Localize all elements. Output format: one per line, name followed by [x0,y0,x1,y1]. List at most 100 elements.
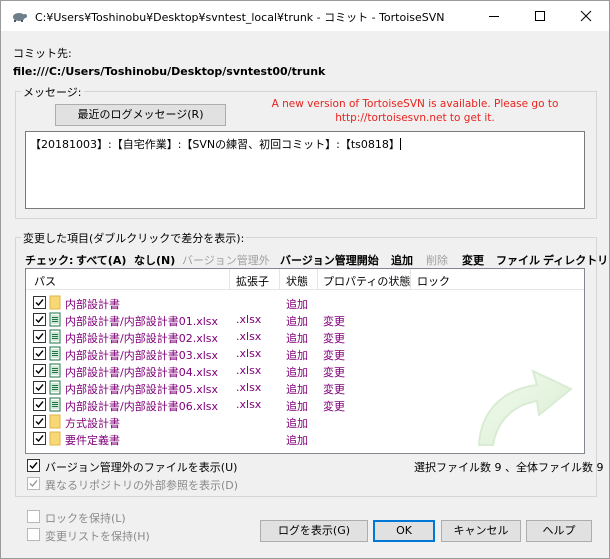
update-notice[interactable]: A new version of TortoiseSVN is availabl… [265,97,565,125]
item-status: 追加 [286,366,308,379]
list-item[interactable]: 内部設計書 追加 [26,294,584,311]
keep-changelists-label[interactable]: 変更リストを保持(H) [45,528,150,544]
item-extension: .xlsx [236,330,262,343]
item-status: 追加 [286,315,308,328]
update-notice-line2: http://tortoisesvn.net to get it. [335,112,495,124]
item-extension: .xlsx [236,364,262,377]
checkmark-icon [35,316,44,324]
item-extension: .xlsx [236,313,262,326]
item-checkbox[interactable] [33,415,46,428]
checkmark-icon [35,384,44,392]
item-checkbox[interactable] [33,432,46,445]
filter-files[interactable]: ファイル [496,252,540,268]
column-separator[interactable] [410,269,411,290]
file-count-text: 選択ファイル数 9 、全体ファイル数 9 [414,461,604,474]
column-separator[interactable] [229,269,230,290]
excel-file-icon [49,363,61,378]
item-path: 内部設計書/内部設計書06.xlsx [65,400,219,413]
excel-file-icon [49,312,61,327]
item-property-status: 変更 [323,315,345,328]
column-separator[interactable] [317,269,318,290]
excel-file-icon [49,380,61,395]
update-notice-line1: A new version of TortoiseSVN is availabl… [271,98,559,110]
item-checkbox[interactable] [33,381,46,394]
checkmark-icon [35,299,44,307]
filter-unversioned[interactable]: バージョン管理外 [182,252,270,268]
item-property-status: 変更 [323,349,345,362]
help-button[interactable]: ヘルプ [526,520,592,542]
message-input[interactable]: 【20181003】:【自宅作業】:【SVNの練習、初回コミット】:【ts081… [25,131,585,209]
commit-arrow-icon [477,369,573,446]
checkmark-icon [35,367,44,375]
show-externals-label[interactable]: 異なるリポジトリの外部参照を表示(D) [45,477,238,493]
commit-dialog: C:¥Users¥Toshinobu¥Desktop¥svntest_local… [0,0,610,559]
column-path[interactable]: パス [34,273,56,289]
column-separator[interactable] [279,269,280,290]
item-extension: .xlsx [236,347,262,360]
keep-locks-checkbox[interactable] [27,510,40,523]
tortoise-icon [11,9,27,23]
show-unversioned-checkbox[interactable] [27,459,40,472]
show-unversioned-label[interactable]: バージョン管理外のファイルを表示(U) [45,459,237,475]
item-checkbox[interactable] [33,313,46,326]
minimize-icon [489,16,499,17]
item-path: 方式設計書 [65,417,120,430]
item-path: 内部設計書/内部設計書01.xlsx [65,315,219,328]
item-extension: .xlsx [236,398,262,411]
item-status: 追加 [286,434,308,447]
checkmark-icon [29,480,38,488]
list-item[interactable]: 内部設計書/内部設計書02.xlsx .xlsx 追加 変更 [26,328,584,345]
excel-file-icon [49,329,61,344]
column-status[interactable]: 状態 [286,273,308,289]
recent-messages-button[interactable]: 最近のログメッセージ(R) [55,104,226,126]
checkmark-icon [29,462,38,470]
title-bar[interactable]: C:¥Users¥Toshinobu¥Desktop¥svntest_local… [1,1,609,31]
cancel-button[interactable]: キャンセル [441,520,521,542]
filter-all[interactable]: すべて(A) [76,252,126,268]
column-lock[interactable]: ロック [417,273,450,289]
show-externals-checkbox[interactable] [27,477,40,490]
show-log-button[interactable]: ログを表示(G) [260,520,368,542]
list-item[interactable]: 内部設計書/内部設計書01.xlsx .xlsx 追加 変更 [26,311,584,328]
item-path: 内部設計書/内部設計書02.xlsx [65,332,219,345]
maximize-icon [535,11,545,21]
item-checkbox[interactable] [33,330,46,343]
item-property-status: 変更 [323,332,345,345]
item-checkbox[interactable] [33,364,46,377]
item-extension: .xlsx [236,381,262,394]
column-property-status[interactable]: プロパティの状態 [323,273,410,289]
maximize-button[interactable] [517,1,563,31]
item-checkbox[interactable] [33,347,46,360]
filter-none[interactable]: なし(N) [134,252,175,268]
close-button[interactable] [563,1,609,31]
checkmark-icon [35,333,44,341]
column-extension[interactable]: 拡張子 [236,273,269,289]
keep-changelists-checkbox[interactable] [27,528,40,541]
item-status: 追加 [286,298,308,311]
filter-deleted[interactable]: 削除 [426,252,448,268]
item-property-status: 変更 [323,366,345,379]
item-status: 追加 [286,400,308,413]
filter-added[interactable]: 追加 [391,252,413,268]
item-status: 追加 [286,332,308,345]
item-path: 内部設計書 [65,298,120,311]
checkmark-icon [35,435,44,443]
filter-versioned[interactable]: バージョン管理開始 [280,252,379,268]
close-icon [580,10,592,22]
check-label: チェック: [25,254,74,267]
item-checkbox[interactable] [33,398,46,411]
keep-locks-label[interactable]: ロックを保持(L) [45,510,126,526]
text-cursor [399,138,401,150]
filter-modified[interactable]: 変更 [462,252,484,268]
item-checkbox[interactable] [33,296,46,309]
filter-directories[interactable]: ディレクトリ [543,252,608,268]
changes-group-label: 変更した項目(ダブルクリックで差分を表示): [21,230,247,246]
excel-file-icon [49,346,61,361]
checkmark-icon [35,350,44,358]
ok-button[interactable]: OK [373,520,435,542]
minimize-button[interactable] [471,1,517,31]
list-header: パス 拡張子 状態 プロパティの状態 ロック [26,269,584,290]
item-property-status: 変更 [323,383,345,396]
item-path: 内部設計書/内部設計書05.xlsx [65,383,219,396]
message-group-label: メッセージ: [21,84,84,100]
